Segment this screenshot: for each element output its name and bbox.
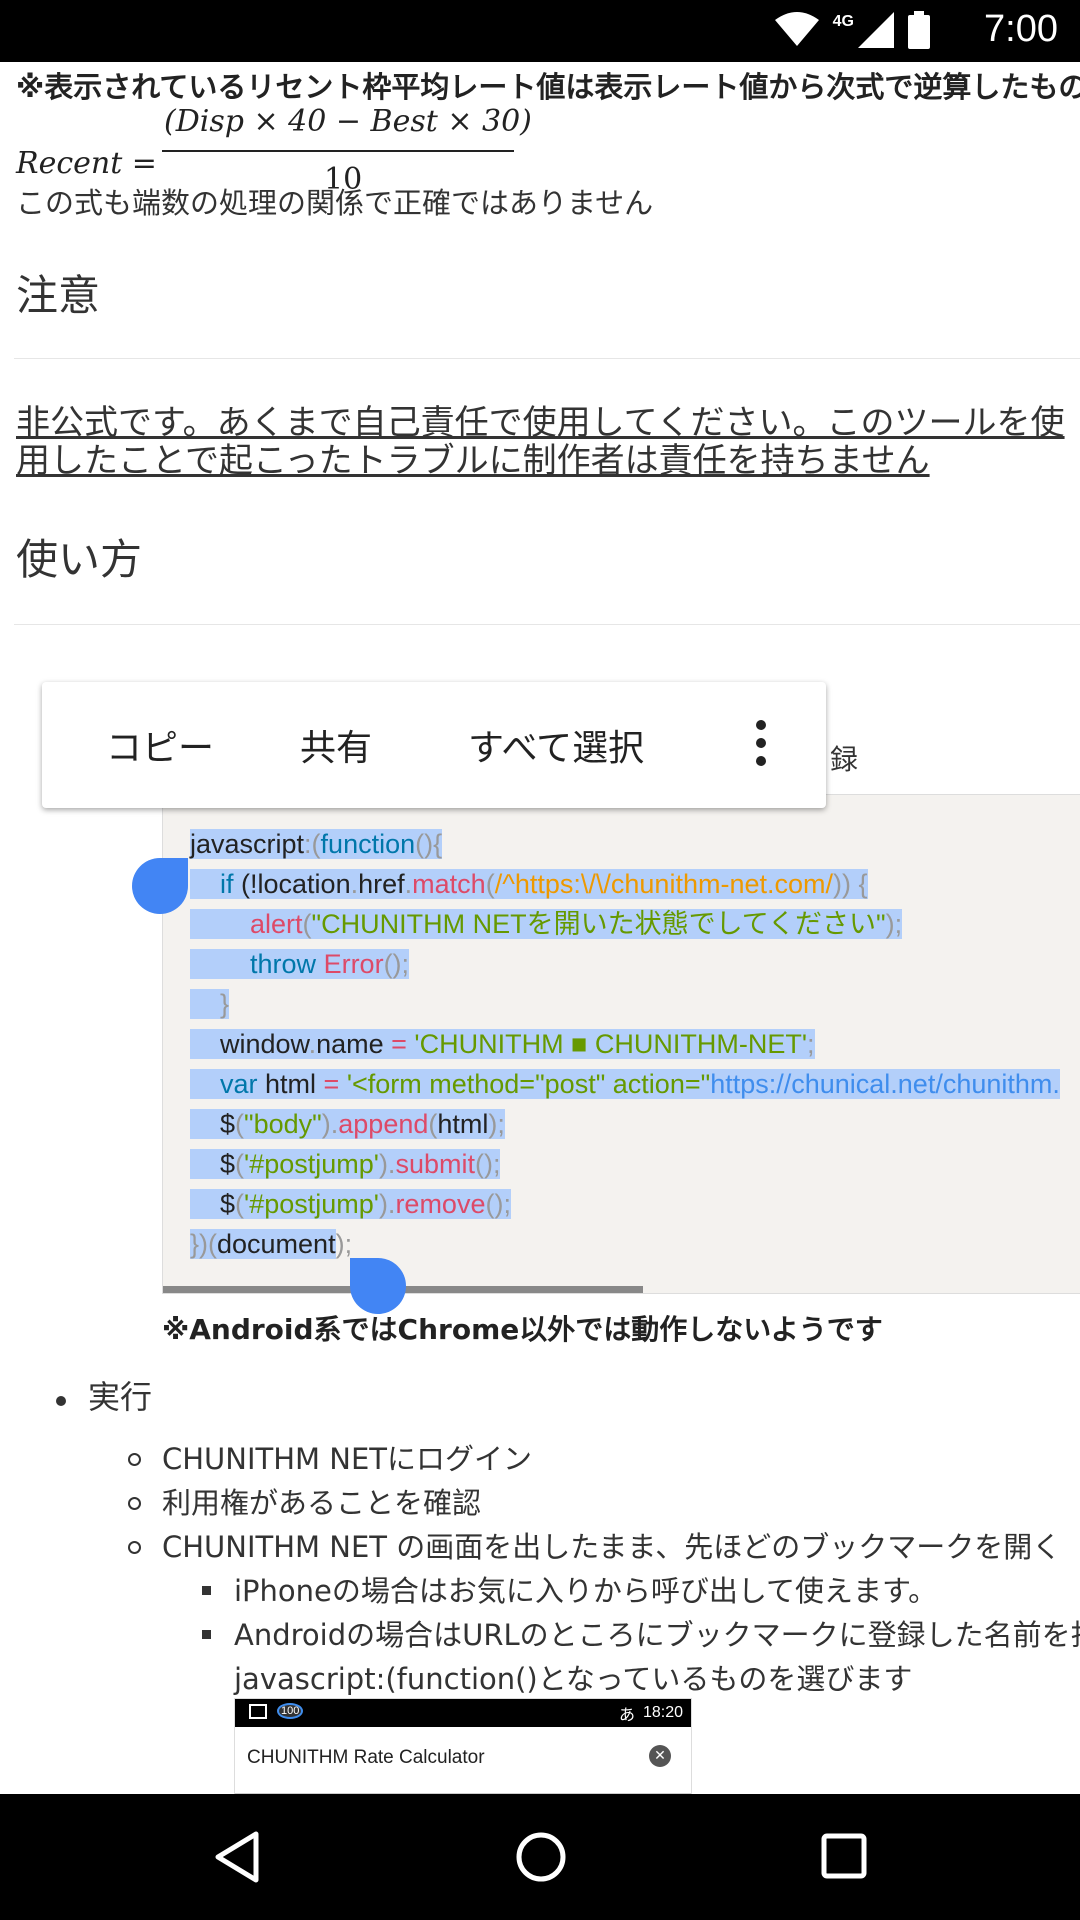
code-line: window.name = 'CHUNITHM ■ CHUNITHM-NET'; (190, 1024, 1060, 1064)
execute-label: 実行 (88, 1378, 153, 1416)
divider (14, 624, 1080, 625)
embedded-time: 18:20 (642, 1704, 683, 1721)
bullet-disc (56, 1396, 66, 1406)
fraction-bar (162, 150, 514, 152)
home-icon[interactable] (514, 1830, 568, 1884)
code-line: })(document); (190, 1229, 353, 1259)
image-icon (249, 1703, 267, 1719)
caution-text[interactable]: 非公式です。あくまで自己責任で使用してください。このツールを使用したことで起こっ… (16, 404, 1080, 480)
bullet-square (202, 1630, 211, 1639)
formula-note: この式も端数の処理の関係で正確ではありません (16, 186, 654, 220)
caution-heading: 注意 (16, 271, 101, 320)
select-all-menu-item[interactable]: すべて選択 (468, 719, 644, 771)
code-line: $('#postjump').remove(); (190, 1184, 1060, 1224)
android-note: ※Android系ではChrome以外では動作しないようです (162, 1313, 883, 1346)
bullet-square (202, 1586, 211, 1595)
status-icons: 4G (774, 10, 930, 50)
bullet-circle (128, 1453, 141, 1466)
bullet-circle (128, 1497, 141, 1510)
recents-icon[interactable] (820, 1832, 868, 1880)
formula-lhs: Recent = (16, 146, 157, 181)
status-clock: 7:00 (984, 8, 1058, 50)
badge-icon: 100 (277, 1703, 304, 1719)
code-line: $('#postjump').submit(); (190, 1144, 1060, 1184)
step-item: CHUNITHM NETにログイン (162, 1442, 533, 1476)
clear-icon: ✕ (649, 1745, 671, 1767)
battery-icon (908, 11, 930, 49)
step-item: CHUNITHM NET の画面を出したまま、先ほどのブックマークを開く (162, 1530, 1062, 1564)
ime-label: あ (618, 1707, 635, 1724)
back-icon[interactable] (212, 1830, 262, 1884)
substep-item-continued: javascript:(function()となっているものを選びます (234, 1662, 913, 1696)
embedded-status-bar: 100 あ 18:20 (235, 1699, 691, 1727)
substep-item: iPhoneの場合はお気に入りから呼び出して使えます。 (234, 1574, 938, 1608)
code-line: $("body").append(html); (190, 1104, 1060, 1144)
code-line: throw Error(); (190, 944, 1060, 984)
bullet-circle (128, 1541, 141, 1554)
wifi-icon (774, 12, 819, 46)
formula-numerator: (Disp × 40 − Best × 30) (164, 104, 532, 139)
copy-menu-item[interactable]: コピー (106, 719, 214, 771)
code-line: if (!location.href.match(/^https:\/\/chu… (190, 864, 1060, 904)
status-bar: 4G 7:00 (0, 0, 1080, 62)
usage-heading: 使い方 (16, 535, 143, 584)
share-menu-item[interactable]: 共有 (300, 719, 372, 771)
network-type: 4G (832, 13, 854, 30)
selection-start-handle[interactable] (132, 858, 188, 914)
step-item: 利用権があることを確認 (162, 1486, 482, 1520)
more-options-icon[interactable] (756, 720, 766, 770)
embedded-search-field: CHUNITHM Rate Calculator (247, 1747, 485, 1768)
page-content: ※表示されているリセント枠平均レート値は表示レート値から次式で逆算したもの Re… (0, 62, 1080, 1794)
code-line: alert("CHUNITHM NETを開いた状態でしてください"); (190, 904, 1060, 944)
bookmarklet-code[interactable]: javascript:(function(){ if (!location.hr… (190, 824, 1060, 1264)
code-line: javascript:(function(){ (190, 829, 443, 859)
navigation-bar (0, 1794, 1080, 1920)
embedded-screenshot: 100 あ 18:20 CHUNITHM Rate Calculator ✕ (234, 1698, 692, 1794)
selection-end-handle[interactable] (350, 1258, 406, 1314)
code-line: var html = '<form method="post" action="… (190, 1064, 1060, 1104)
text-selection-menu: コピー 共有 すべて選択 (42, 682, 826, 808)
substep-item: Androidの場合はURLのところにブックマークに登録した名前を打 (234, 1618, 1080, 1652)
cell-signal-icon (858, 12, 894, 48)
code-line: } (190, 984, 1060, 1024)
bookmark-text: 録 (830, 743, 859, 776)
divider (14, 358, 1080, 359)
